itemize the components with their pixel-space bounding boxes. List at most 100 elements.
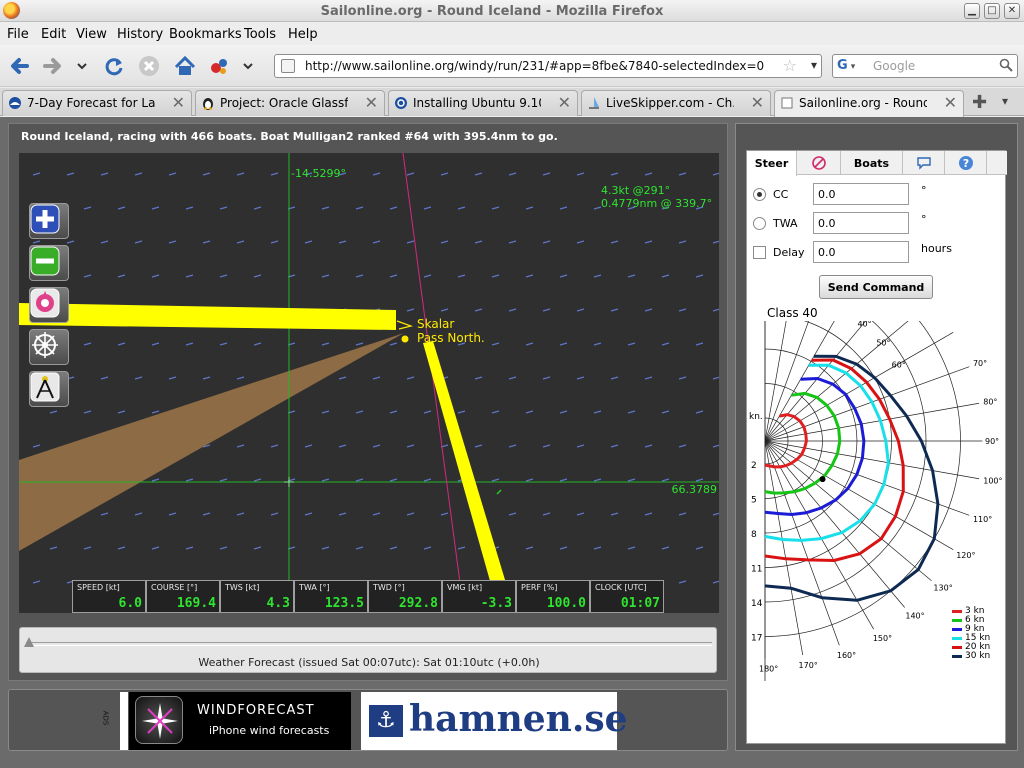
instrument-value: -3.3 <box>480 596 512 611</box>
wind-arrow <box>355 206 364 210</box>
cc-radio[interactable] <box>753 188 766 201</box>
wind-arrow <box>423 546 432 550</box>
close-window-button[interactable]: ✕ <box>1004 3 1020 19</box>
zoom-in-button[interactable] <box>29 203 69 239</box>
send-command-button[interactable]: Send Command <box>819 275 933 299</box>
menu-tools[interactable]: Tools <box>244 27 276 42</box>
history-dropdown-button[interactable] <box>72 53 92 79</box>
url-text[interactable]: http://www.sailonline.org/windy/run/231/… <box>305 59 764 73</box>
close-tab-icon[interactable]: ✕ <box>751 93 764 112</box>
helm-button[interactable] <box>29 329 69 365</box>
delay-input[interactable] <box>813 241 909 263</box>
google-search-engine-icon[interactable]: G ▾ <box>837 58 855 73</box>
close-tab-icon[interactable]: ✕ <box>944 93 957 112</box>
tab-ubuntu[interactable]: Installing Ubuntu 9.10 ... ✕ <box>388 90 578 116</box>
wind-arrow <box>712 376 719 380</box>
legend-label: 30 kn <box>965 651 991 661</box>
wind-arrow <box>355 410 364 414</box>
search-bar[interactable]: G ▾ Google <box>832 54 1018 78</box>
back-button[interactable] <box>6 53 32 79</box>
wind-arrow <box>219 546 228 550</box>
cc-input[interactable] <box>813 183 909 205</box>
new-tab-button[interactable]: ✚ <box>972 92 987 113</box>
wind-arrow <box>202 240 211 244</box>
tab-route[interactable] <box>797 151 841 175</box>
wind-arrow <box>253 342 262 346</box>
tab-help[interactable]: ? <box>945 151 987 175</box>
tab-sailonline[interactable]: Sailonline.org - Round... ✕ <box>774 90 964 117</box>
race-map[interactable]: -14.5299° 66.3789 4.3kt @291° 0.4779nm @… <box>19 153 719 613</box>
windforecast-ad[interactable]: WINDFORECAST iPhone wind forecasts <box>129 692 351 750</box>
wind-arrow <box>559 274 568 278</box>
map-canvas[interactable] <box>19 153 719 613</box>
home-button[interactable] <box>172 53 198 79</box>
wind-arrow <box>559 342 568 346</box>
center-boat-button[interactable] <box>29 287 69 323</box>
menu-file[interactable]: File <box>7 27 29 42</box>
close-tab-icon[interactable]: ✕ <box>365 93 378 112</box>
extension-button[interactable] <box>206 53 232 79</box>
cc-label: CC <box>773 188 789 201</box>
wind-arrow <box>593 342 602 346</box>
forecast-slider-track[interactable] <box>26 642 712 646</box>
wind-arrow <box>627 410 636 414</box>
wind-arrow <box>712 308 719 312</box>
close-tab-icon[interactable]: ✕ <box>558 93 571 112</box>
twa-radio[interactable] <box>753 217 766 230</box>
twa-input[interactable] <box>813 212 909 234</box>
maximize-button[interactable]: □ <box>984 3 1000 19</box>
forecast-slider-handle[interactable] <box>24 637 34 647</box>
wind-arrow <box>185 342 194 346</box>
linux-icon <box>203 98 213 110</box>
instrument-value: 6.0 <box>118 596 142 611</box>
wind-arrow <box>406 444 415 448</box>
menu-bookmarks[interactable]: Bookmarks <box>169 27 242 42</box>
wind-arrow <box>491 478 500 482</box>
tab-glassfish[interactable]: Project: Oracle Glassfi... ✕ <box>195 90 385 116</box>
close-tab-icon[interactable]: ✕ <box>172 93 185 112</box>
wind-arrow <box>134 240 143 244</box>
tab-steer[interactable]: Steer <box>747 151 797 176</box>
twa-label: TWA <box>773 217 798 230</box>
tab-chat[interactable] <box>903 151 945 175</box>
forward-button[interactable] <box>40 53 66 79</box>
tab-boats[interactable]: Boats <box>841 151 903 175</box>
menu-history[interactable]: History <box>117 27 163 42</box>
polar-angle-label: 100° <box>983 477 1002 486</box>
wind-arrow <box>134 512 143 516</box>
course-line <box>402 153 465 613</box>
site-identity-icon[interactable] <box>281 59 295 73</box>
wind-arrow <box>168 240 177 244</box>
hamnen-ad[interactable]: ⚓ hamnen.se <box>361 692 628 750</box>
wind-arrow <box>508 444 517 448</box>
wind-arrow <box>117 546 126 550</box>
url-bar[interactable]: http://www.sailonline.org/windy/run/231/… <box>274 54 822 78</box>
instrument-label: PERF [%] <box>521 583 558 592</box>
delay-checkbox[interactable] <box>753 246 766 259</box>
tab-noaa-forecast[interactable]: 7-Day Forecast for Lati... ✕ <box>2 90 192 116</box>
wind-arrow <box>219 206 228 210</box>
wind-arrow <box>712 580 719 584</box>
stop-button[interactable] <box>136 53 162 79</box>
extension-dropdown-button[interactable] <box>238 53 258 79</box>
menu-edit[interactable]: Edit <box>41 27 66 42</box>
tab-list-dropdown-button[interactable]: ▾ <box>1002 94 1008 108</box>
wind-arrow <box>168 172 177 176</box>
wind-arrow <box>525 342 534 346</box>
menu-view[interactable]: View <box>76 27 107 42</box>
wind-arrow <box>576 512 585 516</box>
menu-help[interactable]: Help <box>288 27 318 42</box>
instrument-value: 4.3 <box>266 596 290 611</box>
reload-button[interactable] <box>101 53 127 79</box>
wind-arrow <box>32 444 41 448</box>
search-icon[interactable] <box>999 58 1013 72</box>
measure-button[interactable] <box>29 371 69 407</box>
wind-arrow <box>423 478 432 482</box>
bookmark-star-icon[interactable]: ☆ <box>783 56 797 75</box>
url-dropdown-icon[interactable]: ▾ <box>811 58 817 72</box>
tab-liveskipper[interactable]: LiveSkipper.com - Ch... ✕ <box>581 90 771 116</box>
minimize-button[interactable]: ▁ <box>964 3 980 19</box>
tab-label: 7-Day Forecast for Lati... <box>27 96 155 110</box>
zoom-out-button[interactable] <box>29 245 69 281</box>
wind-arrow <box>389 342 398 346</box>
